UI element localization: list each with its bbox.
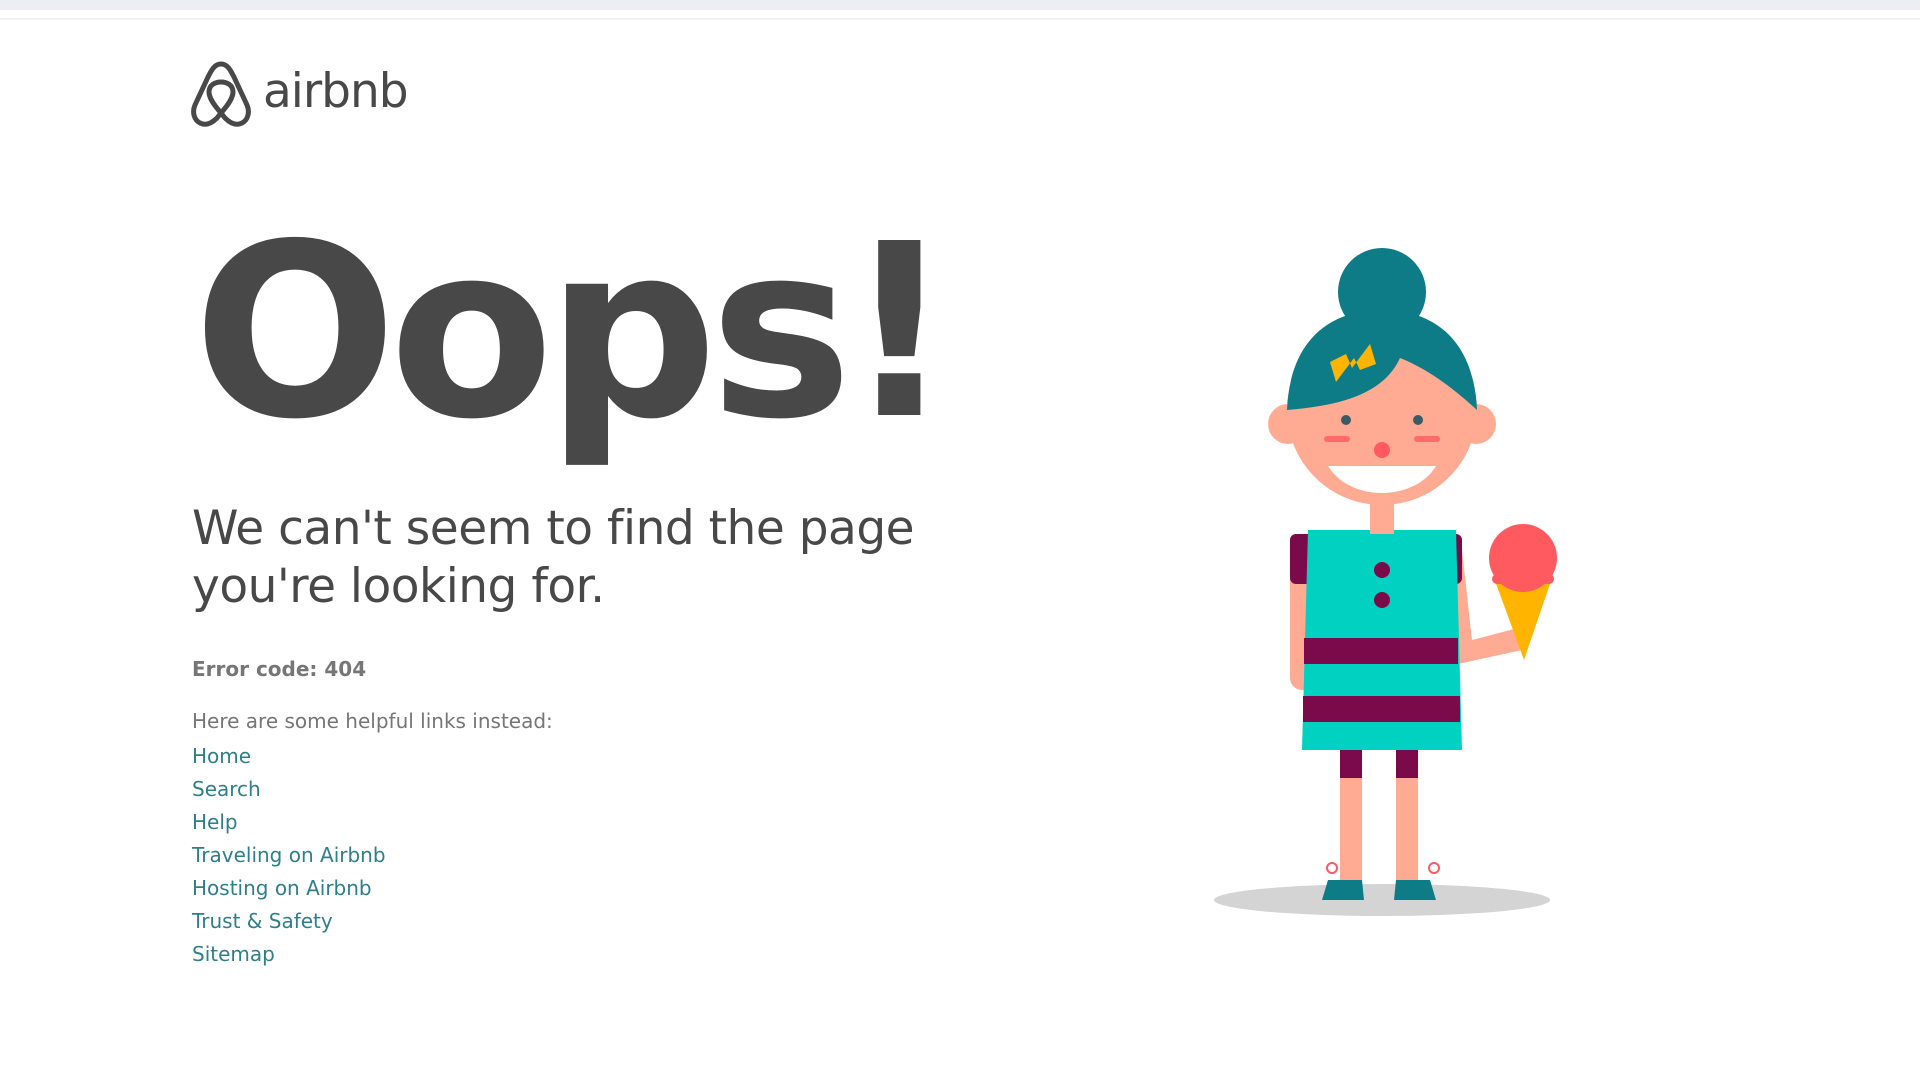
page-title: Oops! <box>193 192 954 472</box>
list-item: Search <box>192 773 386 806</box>
browser-top-bar <box>0 0 1920 10</box>
brand-wordmark: airbnb <box>263 63 409 119</box>
link-help[interactable]: Help <box>192 810 238 834</box>
dress-button-top <box>1374 562 1390 578</box>
right-sock-stripe <box>1396 750 1418 778</box>
link-hosting-on-airbnb[interactable]: Hosting on Airbnb <box>192 876 372 900</box>
helpful-links-list: Home Search Help Traveling on Airbnb Hos… <box>192 740 386 971</box>
hair-bun <box>1338 248 1426 336</box>
nose <box>1374 442 1390 458</box>
left-shoe <box>1322 880 1364 900</box>
right-eye <box>1413 415 1423 425</box>
helpful-links-intro: Here are some helpful links instead: <box>192 709 553 733</box>
airbnb-belo-icon <box>191 61 251 127</box>
top-divider <box>0 18 1920 20</box>
dress-stripe-top <box>1304 638 1458 664</box>
list-item: Traveling on Airbnb <box>192 839 386 872</box>
link-trust-and-safety[interactable]: Trust & Safety <box>192 909 333 933</box>
left-shoe-bow <box>1326 862 1338 874</box>
link-search[interactable]: Search <box>192 777 261 801</box>
list-item: Sitemap <box>192 938 386 971</box>
dress-stripe-bottom <box>1303 696 1460 722</box>
list-item: Help <box>192 806 386 839</box>
ground-shadow <box>1214 884 1550 916</box>
list-item: Home <box>192 740 386 773</box>
right-shoe-bow <box>1428 862 1440 874</box>
link-sitemap[interactable]: Sitemap <box>192 942 275 966</box>
right-cheek <box>1414 436 1440 442</box>
girl-with-ice-cream-illustration <box>1214 248 1557 916</box>
ice-cream-scoop-base <box>1492 574 1554 584</box>
subtitle-line-2: you're looking for. <box>192 559 605 614</box>
subtitle-line-1: We can't seem to find the page <box>192 501 915 556</box>
list-item: Trust & Safety <box>192 905 386 938</box>
airbnb-logo-link[interactable]: airbnb <box>189 60 409 128</box>
error-code: Error code: 404 <box>192 657 367 681</box>
link-traveling-on-airbnb[interactable]: Traveling on Airbnb <box>192 843 386 867</box>
dress-button-bottom <box>1374 592 1390 608</box>
left-sock-stripe <box>1340 750 1362 778</box>
left-cheek <box>1324 436 1350 442</box>
page-subtitle: We can't seem to find the page you're lo… <box>192 500 992 616</box>
left-eye <box>1341 415 1351 425</box>
list-item: Hosting on Airbnb <box>192 872 386 905</box>
link-home[interactable]: Home <box>192 744 251 768</box>
right-shoe <box>1394 880 1436 900</box>
